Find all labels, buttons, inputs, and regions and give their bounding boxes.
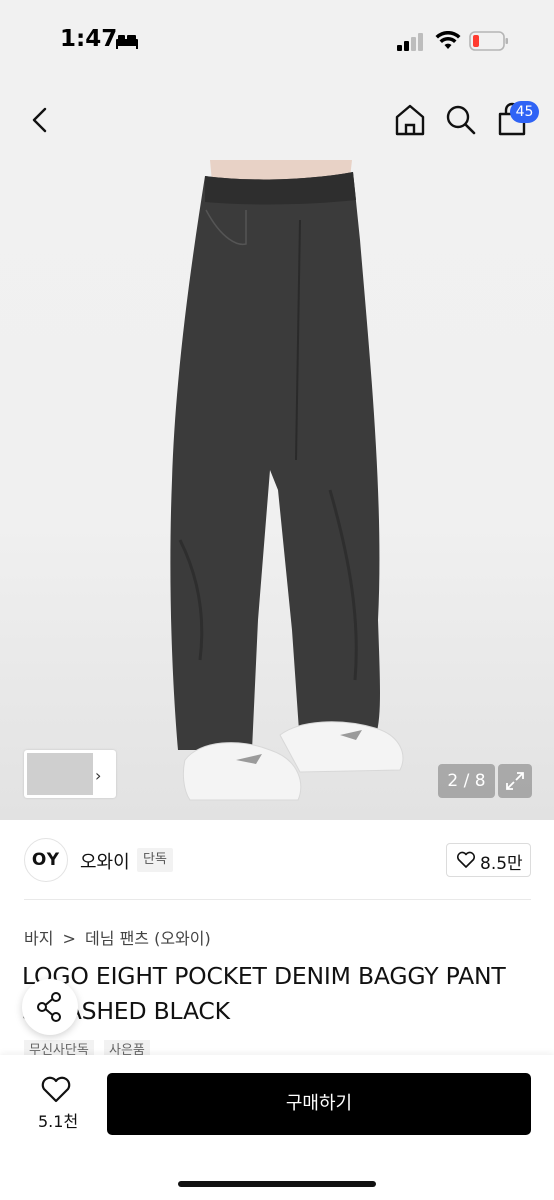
wifi-icon xyxy=(435,31,461,49)
cart-count-badge: 45 xyxy=(510,101,539,123)
buy-button[interactable]: 구매하기 xyxy=(107,1073,531,1135)
thumbnail-image[interactable] xyxy=(27,753,93,795)
back-arrow-icon[interactable] xyxy=(22,102,58,138)
brand-like-count: 8.5만 xyxy=(480,854,523,874)
nav-bar xyxy=(0,80,554,160)
battery-low-icon xyxy=(469,31,508,51)
breadcrumb-separator: > xyxy=(62,929,76,948)
brand-logo[interactable]: OY xyxy=(24,838,68,882)
product-image[interactable] xyxy=(0,160,554,820)
brand-name[interactable]: 오와이 xyxy=(80,848,130,874)
home-icon[interactable] xyxy=(390,100,430,140)
status-bar: 1:47 xyxy=(0,0,554,80)
image-page-indicator: 2 / 8 xyxy=(438,764,495,798)
wishlist-heart-icon[interactable] xyxy=(40,1076,72,1104)
search-icon[interactable] xyxy=(441,100,481,140)
sleep-focus-icon xyxy=(116,35,138,49)
divider xyxy=(24,899,531,900)
wishlist-count: 5.1천 xyxy=(38,1112,79,1131)
heart-icon xyxy=(456,851,476,868)
home-indicator xyxy=(178,1181,376,1187)
share-icon xyxy=(37,992,61,1022)
product-title-line1: LOGO EIGHT POCKET DENIM BAGGY PANT xyxy=(22,962,506,990)
breadcrumb-subcategory[interactable]: 데님 팬츠 (오와이) xyxy=(85,929,211,948)
expand-icon[interactable] xyxy=(498,764,532,798)
thumbnail-strip[interactable] xyxy=(24,750,116,798)
share-button[interactable] xyxy=(22,979,78,1035)
cellular-signal-icon xyxy=(397,33,423,51)
status-time: 1:47 xyxy=(60,26,118,52)
product-photo-jeans xyxy=(170,160,404,801)
breadcrumb: 바지 > 데님 팬츠 (오와이) xyxy=(24,925,215,949)
thumbnail-next-icon[interactable]: › xyxy=(95,766,101,785)
exclusive-tag: 단독 xyxy=(137,848,173,872)
breadcrumb-category[interactable]: 바지 xyxy=(24,929,53,948)
